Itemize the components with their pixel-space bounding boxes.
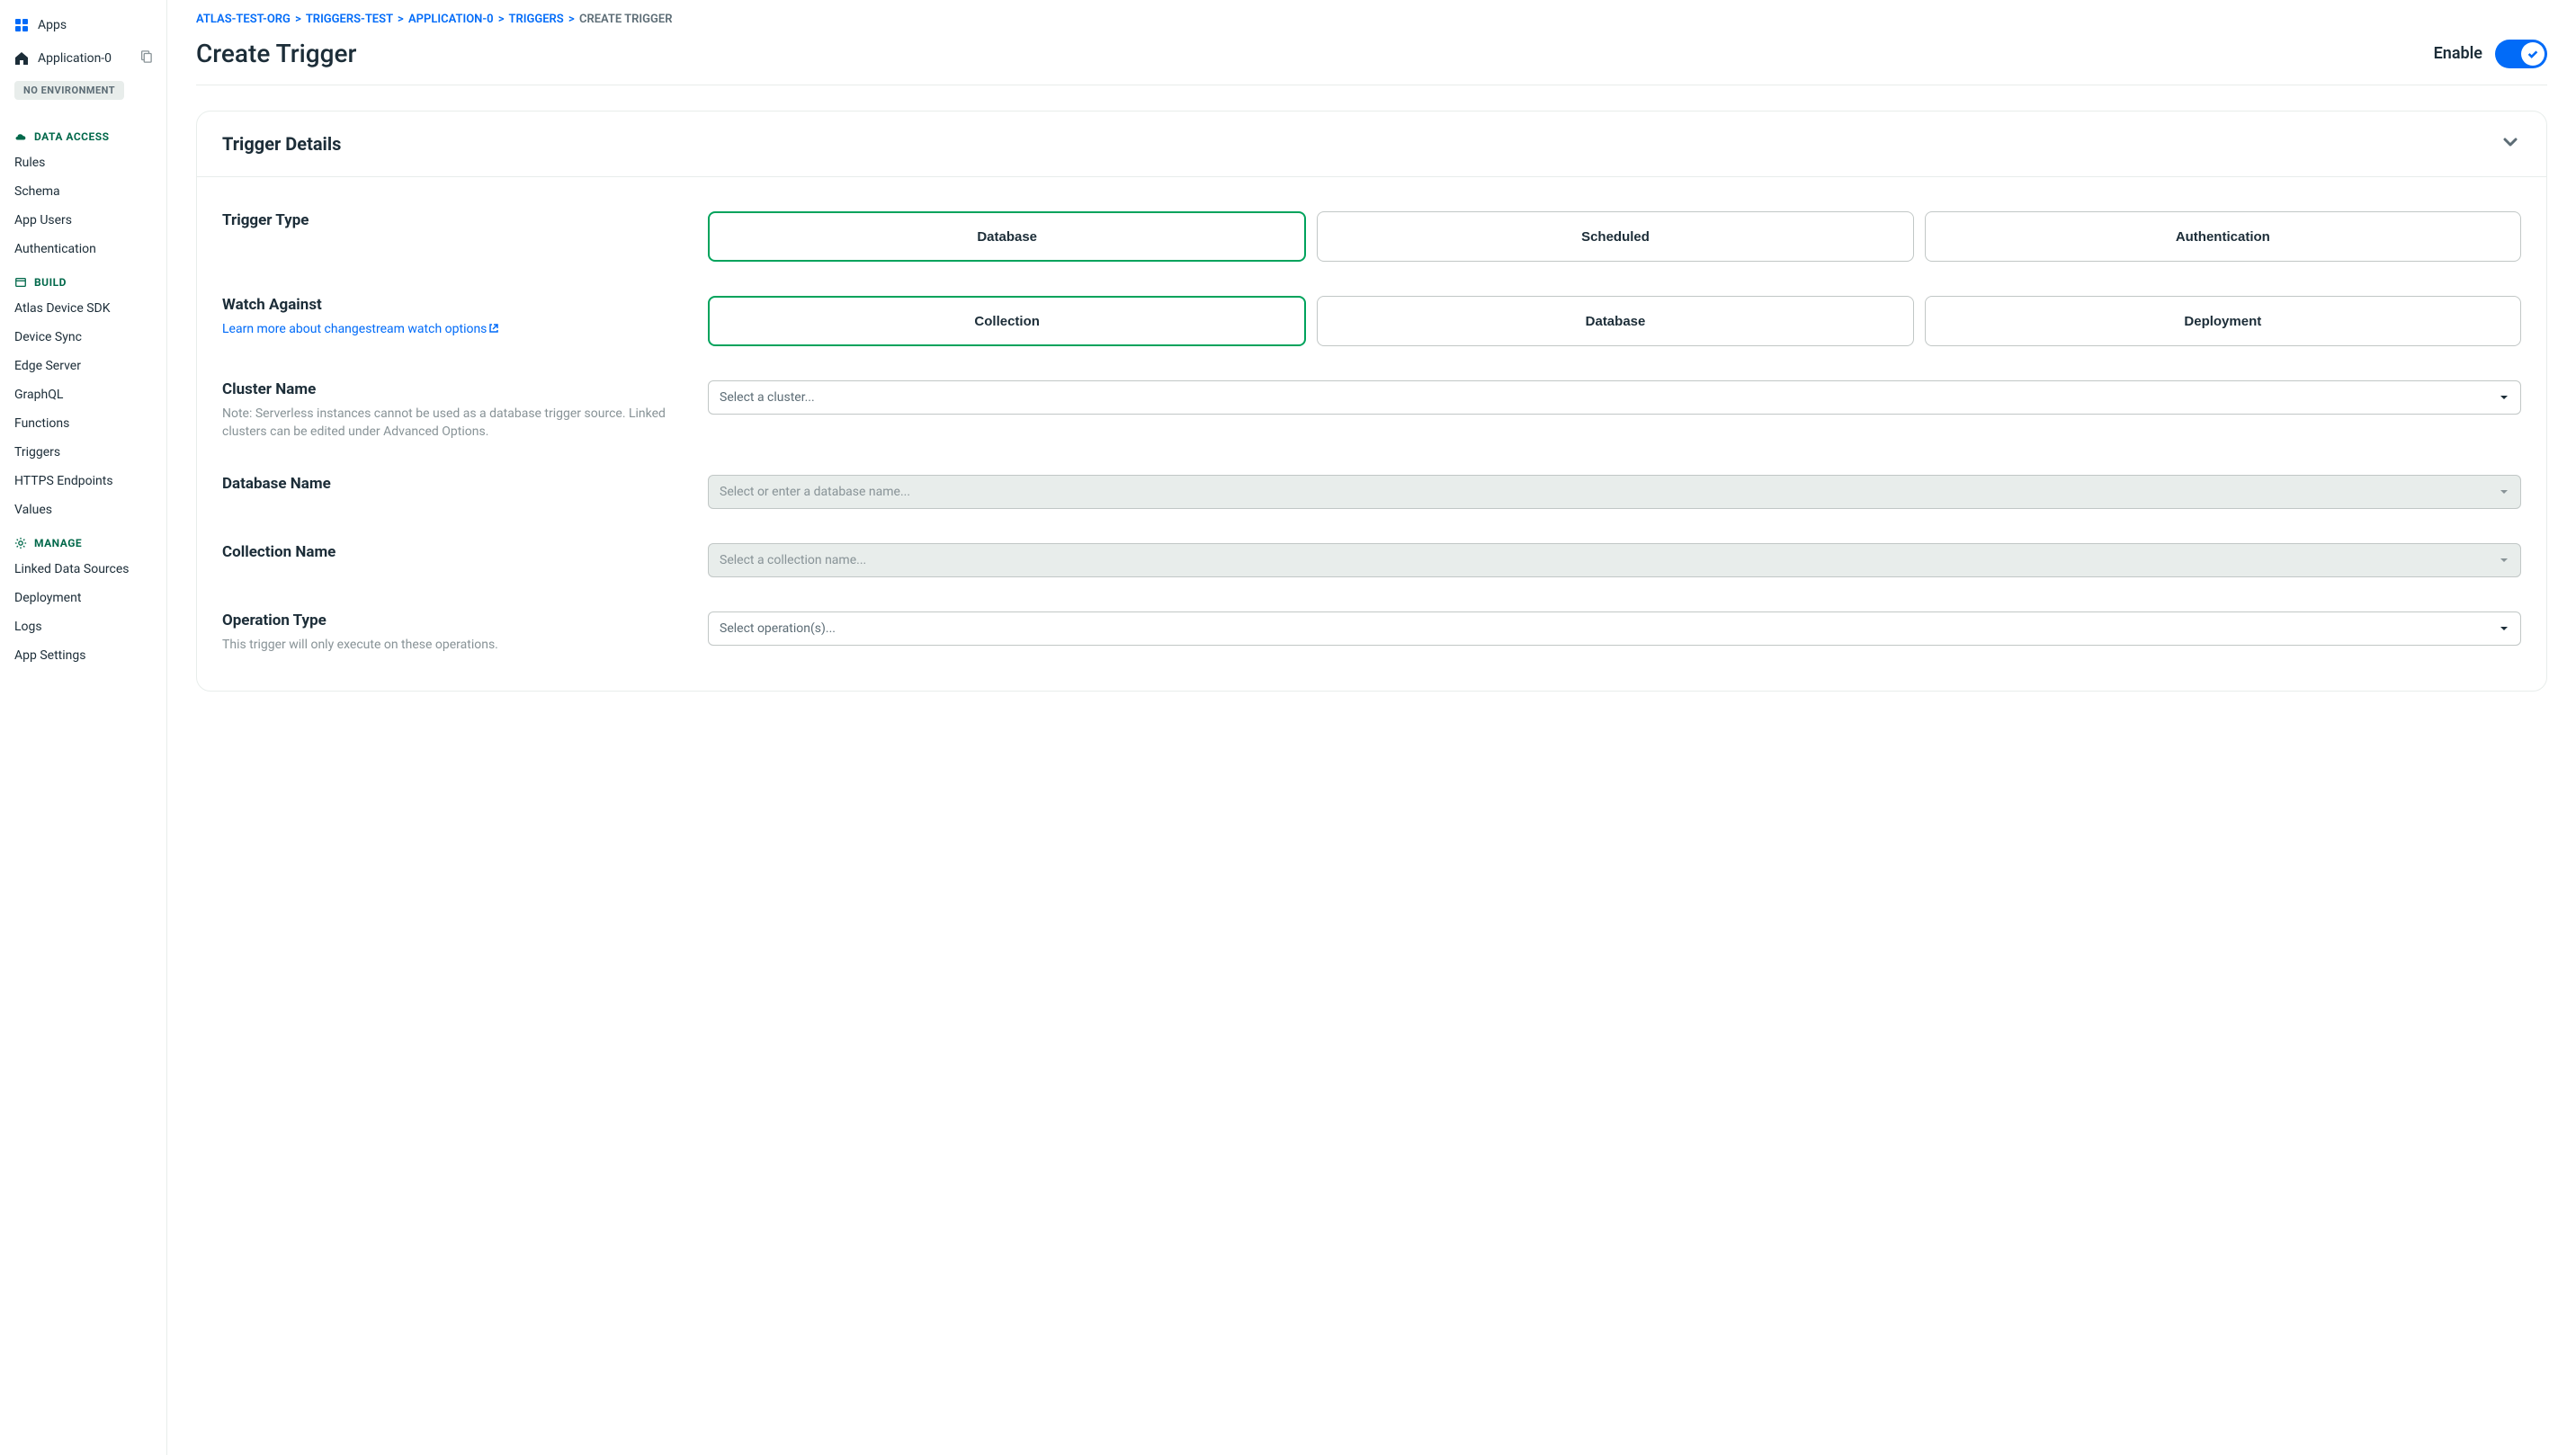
trigger-details-header[interactable]: Trigger Details [197,112,2546,177]
breadcrumb: ATLAS-TEST-ORG > TRIGGERS-TEST > APPLICA… [196,0,2547,33]
caret-down-icon [2499,552,2509,569]
check-icon [2527,48,2539,60]
sidebar-item-logs[interactable]: Logs [0,612,166,641]
select-operation-placeholder: Select operation(s)... [720,621,836,636]
option-watch-database[interactable]: Database [1317,296,1913,346]
sidebar: Apps Application-0 NO ENVIRONMENT DATA A… [0,0,167,1455]
sidebar-item-edge-server[interactable]: Edge Server [0,352,166,380]
section-data-access: DATA ACCESS [0,118,166,148]
cloud-icon [14,130,27,143]
select-operation-type[interactable]: Select operation(s)... [708,611,2521,646]
option-trigger-type-authentication[interactable]: Authentication [1925,211,2521,262]
chevron-down-icon [2500,131,2521,156]
page-header: Create Trigger Enable [196,33,2547,85]
sidebar-item-authentication[interactable]: Authentication [0,235,166,263]
apps-icon [14,18,29,32]
env-badge: NO ENVIRONMENT [14,81,124,100]
sidebar-item-app-settings[interactable]: App Settings [0,641,166,670]
note-operation-type: This trigger will only execute on these … [222,637,681,655]
sidebar-item-triggers[interactable]: Triggers [0,438,166,467]
enable-label: Enable [2434,44,2482,63]
select-database-placeholder: Select or enter a database name... [720,485,910,499]
app-name-label: Application-0 [38,51,112,66]
caret-down-icon [2499,620,2509,638]
sidebar-item-app-users[interactable]: App Users [0,206,166,235]
sidebar-item-rules[interactable]: Rules [0,148,166,177]
section-manage: MANAGE [0,524,166,555]
option-trigger-type-database[interactable]: Database [708,211,1306,262]
build-icon [14,276,27,289]
select-collection-name: Select a collection name... [708,543,2521,577]
sidebar-item-linked-data[interactable]: Linked Data Sources [0,555,166,584]
note-cluster-name: Note: Serverless instances cannot be use… [222,406,681,441]
breadcrumb-project[interactable]: TRIGGERS-TEST [306,13,393,26]
label-operation-type: Operation Type [222,611,681,629]
copy-icon[interactable] [139,50,152,67]
option-trigger-type-scheduled[interactable]: Scheduled [1317,211,1913,262]
sidebar-item-device-sync[interactable]: Device Sync [0,323,166,352]
row-operation-type: Operation Type This trigger will only ex… [197,586,2546,664]
trigger-details-title: Trigger Details [222,133,341,155]
sidebar-item-atlas-sdk[interactable]: Atlas Device SDK [0,294,166,323]
sidebar-item-graphql[interactable]: GraphQL [0,380,166,409]
toggle-thumb [2521,42,2545,66]
enable-toggle[interactable] [2495,40,2547,68]
breadcrumb-current: CREATE TRIGGER [579,13,673,26]
trigger-details-card: Trigger Details Trigger Type Database Sc… [196,111,2547,692]
label-trigger-type: Trigger Type [222,211,681,229]
row-watch-against: Watch Against Learn more about changestr… [197,271,2546,355]
select-collection-placeholder: Select a collection name... [720,553,866,567]
sidebar-item-app-name[interactable]: Application-0 [0,41,166,76]
link-changestream-options[interactable]: Learn more about changestream watch opti… [222,322,499,336]
apps-label: Apps [38,18,67,32]
row-cluster-name: Cluster Name Note: Serverless instances … [197,355,2546,450]
select-database-name: Select or enter a database name... [708,475,2521,509]
sidebar-item-https-endpoints[interactable]: HTTPS Endpoints [0,467,166,495]
sidebar-item-schema[interactable]: Schema [0,177,166,206]
label-database-name: Database Name [222,475,681,493]
label-watch-against: Watch Against [222,296,681,314]
page-title: Create Trigger [196,39,356,68]
select-cluster-name[interactable]: Select a cluster... [708,380,2521,415]
breadcrumb-app[interactable]: APPLICATION-0 [408,13,494,26]
breadcrumb-org[interactable]: ATLAS-TEST-ORG [196,13,291,26]
label-cluster-name: Cluster Name [222,380,681,398]
section-build: BUILD [0,263,166,294]
row-collection-name: Collection Name Select a collection name… [197,518,2546,586]
row-database-name: Database Name Select or enter a database… [197,450,2546,518]
main-content: ATLAS-TEST-ORG > TRIGGERS-TEST > APPLICA… [167,0,2576,1455]
home-icon [14,51,29,66]
caret-down-icon [2499,484,2509,501]
option-watch-collection[interactable]: Collection [708,296,1306,346]
row-trigger-type: Trigger Type Database Scheduled Authenti… [197,186,2546,271]
gear-icon [14,537,27,549]
select-cluster-placeholder: Select a cluster... [720,390,815,405]
sidebar-item-functions[interactable]: Functions [0,409,166,438]
sidebar-item-apps[interactable]: Apps [0,9,166,41]
sidebar-item-deployment[interactable]: Deployment [0,584,166,612]
option-watch-deployment[interactable]: Deployment [1925,296,2521,346]
enable-group: Enable [2434,40,2547,68]
label-collection-name: Collection Name [222,543,681,561]
caret-down-icon [2499,389,2509,406]
sidebar-item-values[interactable]: Values [0,495,166,524]
breadcrumb-triggers[interactable]: TRIGGERS [508,13,563,26]
external-link-icon [488,322,499,340]
